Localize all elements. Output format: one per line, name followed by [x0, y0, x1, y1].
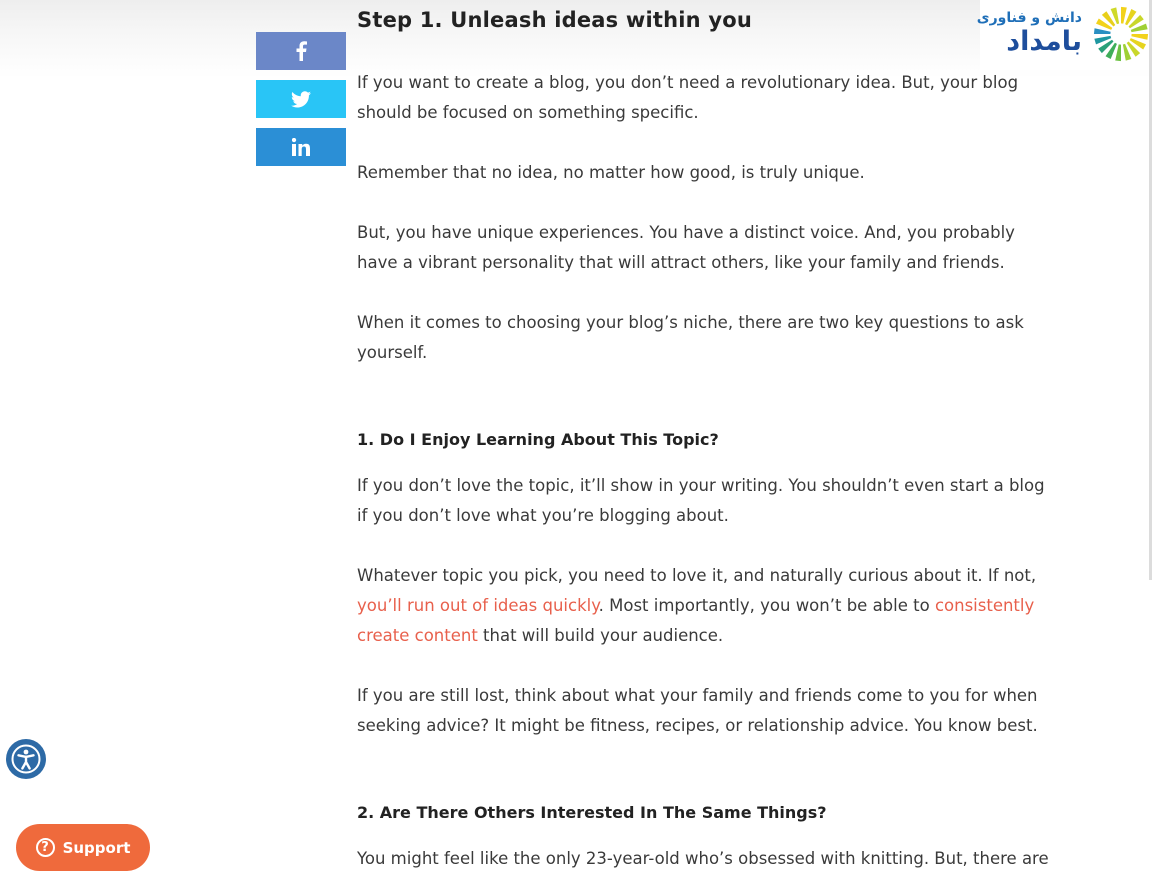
linkedin-share-button[interactable] — [256, 128, 346, 166]
paragraph-2: Remember that no idea, no matter how goo… — [357, 163, 865, 182]
support-button[interactable]: ? Support — [16, 824, 150, 871]
run-out-of-ideas-link[interactable]: you’ll run out of ideas quickly — [357, 596, 599, 615]
logo-mark-icon — [1093, 6, 1149, 62]
site-logo[interactable]: دانش و فناوری بامداد — [977, 0, 1152, 70]
paragraph-1: If you want to create a blog, you don’t … — [357, 73, 1019, 122]
paragraph-8: You might feel like the only 23-year-old… — [357, 849, 1049, 868]
subheading-2: 2. Are There Others Interested In The Sa… — [357, 803, 827, 822]
logo-ray — [1121, 6, 1127, 24]
twitter-icon — [291, 90, 311, 107]
support-label: Support — [62, 838, 131, 857]
subheading-1: 1. Do I Enjoy Learning About This Topic? — [357, 430, 719, 449]
accessibility-button[interactable] — [6, 739, 46, 779]
logo-subtitle: دانش و فناوری — [976, 10, 1082, 26]
paragraph-5: If you don’t love the topic, it’ll show … — [357, 476, 1045, 525]
help-icon: ? — [35, 838, 55, 857]
page: دانش و فناوری بامداد Step 1. Unleash ide… — [0, 0, 1152, 879]
paragraph-6-text-b: . Most importantly, you won’t be able to — [598, 596, 935, 615]
paragraph-6-text-c: that will build your audience. — [477, 626, 724, 645]
logo-title: بامداد — [1006, 26, 1082, 57]
facebook-share-button[interactable] — [256, 32, 346, 70]
paragraph-3: But, you have unique experiences. You ha… — [357, 223, 1015, 272]
paragraph-6: Whatever topic you pick, you need to lov… — [357, 561, 1057, 651]
paragraph-7: If you are still lost, think about what … — [357, 686, 1038, 735]
logo-ray — [1093, 28, 1111, 34]
logo-ray — [1115, 44, 1121, 62]
twitter-share-button[interactable] — [256, 80, 346, 118]
paragraph-6-text-a: Whatever topic you pick, you need to lov… — [357, 566, 1037, 585]
facebook-icon — [296, 41, 307, 61]
logo-ray — [1131, 34, 1149, 40]
linkedin-icon — [292, 138, 310, 156]
paragraph-4: When it comes to choosing your blog’s ni… — [357, 313, 1024, 362]
step-heading: Step 1. Unleash ideas within you — [357, 8, 752, 32]
accessibility-icon — [11, 744, 41, 774]
